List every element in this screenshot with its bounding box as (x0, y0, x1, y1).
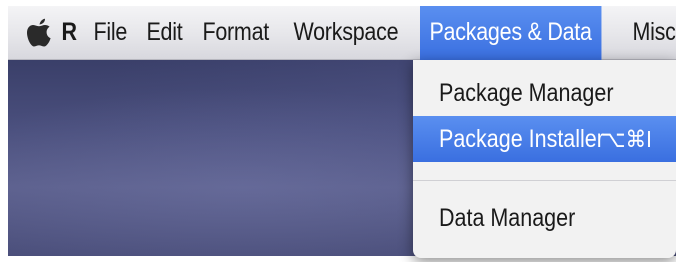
package-installer-label: Package Installer (439, 124, 604, 153)
menu-packages-data[interactable]: Packages & Data (420, 5, 602, 60)
menu-workspace[interactable]: Workspace (284, 6, 408, 60)
menu-edit[interactable]: Edit (137, 6, 192, 60)
data-manager-label: Data Manager (439, 203, 576, 232)
apple-logo-icon[interactable] (26, 6, 52, 60)
menu-bar: R File Edit Format Workspace Packages & … (8, 5, 676, 60)
menu-misc[interactable]: Misc (623, 6, 676, 60)
screenshot-frame: R File Edit Format Workspace Packages & … (0, 0, 676, 262)
package-installer-shortcut: ⌥⌘I (601, 125, 652, 152)
menu-r[interactable]: R (52, 6, 86, 60)
menu-item-data-manager[interactable]: Data Manager (413, 195, 676, 241)
package-manager-label: Package Manager (439, 78, 614, 107)
packages-data-dropdown: Package Manager Package Installer ⌥⌘I Da… (413, 60, 676, 258)
menu-item-package-manager[interactable]: Package Manager (413, 70, 676, 116)
menu-format[interactable]: Format (193, 6, 278, 60)
menu-item-package-installer[interactable]: Package Installer ⌥⌘I (413, 116, 676, 162)
menu-file[interactable]: File (84, 6, 137, 60)
menu-separator (413, 180, 676, 181)
